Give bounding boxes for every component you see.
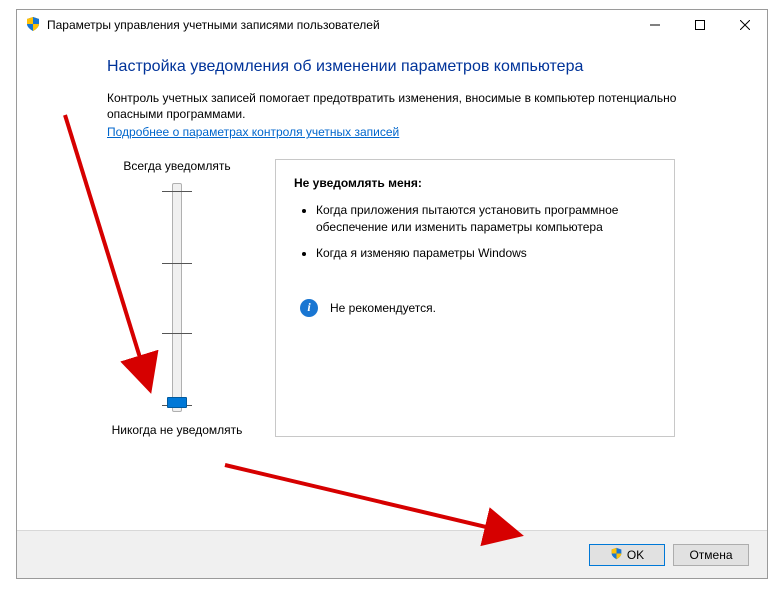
learn-more-link[interactable]: Подробнее о параметрах контроля учетных …: [107, 125, 399, 139]
shield-icon: [610, 547, 623, 563]
uac-settings-window: Параметры управления учетными записями п…: [16, 9, 768, 579]
slider-top-label: Всегда уведомлять: [97, 159, 257, 173]
cancel-button-label: Отмена: [689, 548, 732, 562]
page-heading: Настройка уведомления об изменении парам…: [107, 58, 707, 76]
window-title: Параметры управления учетными записями п…: [47, 18, 380, 32]
slider-track: [172, 183, 182, 412]
setting-description-panel: Не уведомлять меня: Когда приложения пыт…: [275, 159, 675, 437]
slider-tick: [162, 333, 192, 334]
cancel-button[interactable]: Отмена: [673, 544, 749, 566]
list-item: Когда приложения пытаются установить про…: [316, 202, 656, 234]
notification-slider[interactable]: [147, 183, 207, 413]
maximize-button[interactable]: [677, 10, 722, 40]
close-button[interactable]: [722, 10, 767, 40]
minimize-button[interactable]: [632, 10, 677, 40]
list-item: Когда я изменяю параметры Windows: [316, 245, 656, 261]
slider-bottom-label: Никогда не уведомлять: [97, 423, 257, 437]
ok-button-label: OK: [627, 548, 644, 562]
description-text: Контроль учетных записей помогает предот…: [107, 90, 707, 122]
content-area: Настройка уведомления об изменении парам…: [17, 40, 767, 530]
slider-tick: [162, 191, 192, 192]
recommendation-row: i Не рекомендуется.: [300, 299, 656, 317]
titlebar: Параметры управления учетными записями п…: [17, 10, 767, 40]
panel-title: Не уведомлять меня:: [294, 176, 656, 190]
window-controls: [632, 10, 767, 40]
slider-tick: [162, 263, 192, 264]
slider-thumb[interactable]: [167, 397, 187, 408]
footer-bar: OK Отмена: [17, 530, 767, 578]
shield-icon: [25, 16, 41, 35]
info-icon: i: [300, 299, 318, 317]
ok-button[interactable]: OK: [589, 544, 665, 566]
panel-bullet-list: Когда приложения пытаются установить про…: [316, 202, 656, 261]
slider-column: Всегда уведомлять Никогда не уведомлять: [107, 159, 247, 437]
recommendation-text: Не рекомендуется.: [330, 301, 436, 315]
slider-area: Всегда уведомлять Никогда не уведомлять …: [107, 159, 707, 437]
